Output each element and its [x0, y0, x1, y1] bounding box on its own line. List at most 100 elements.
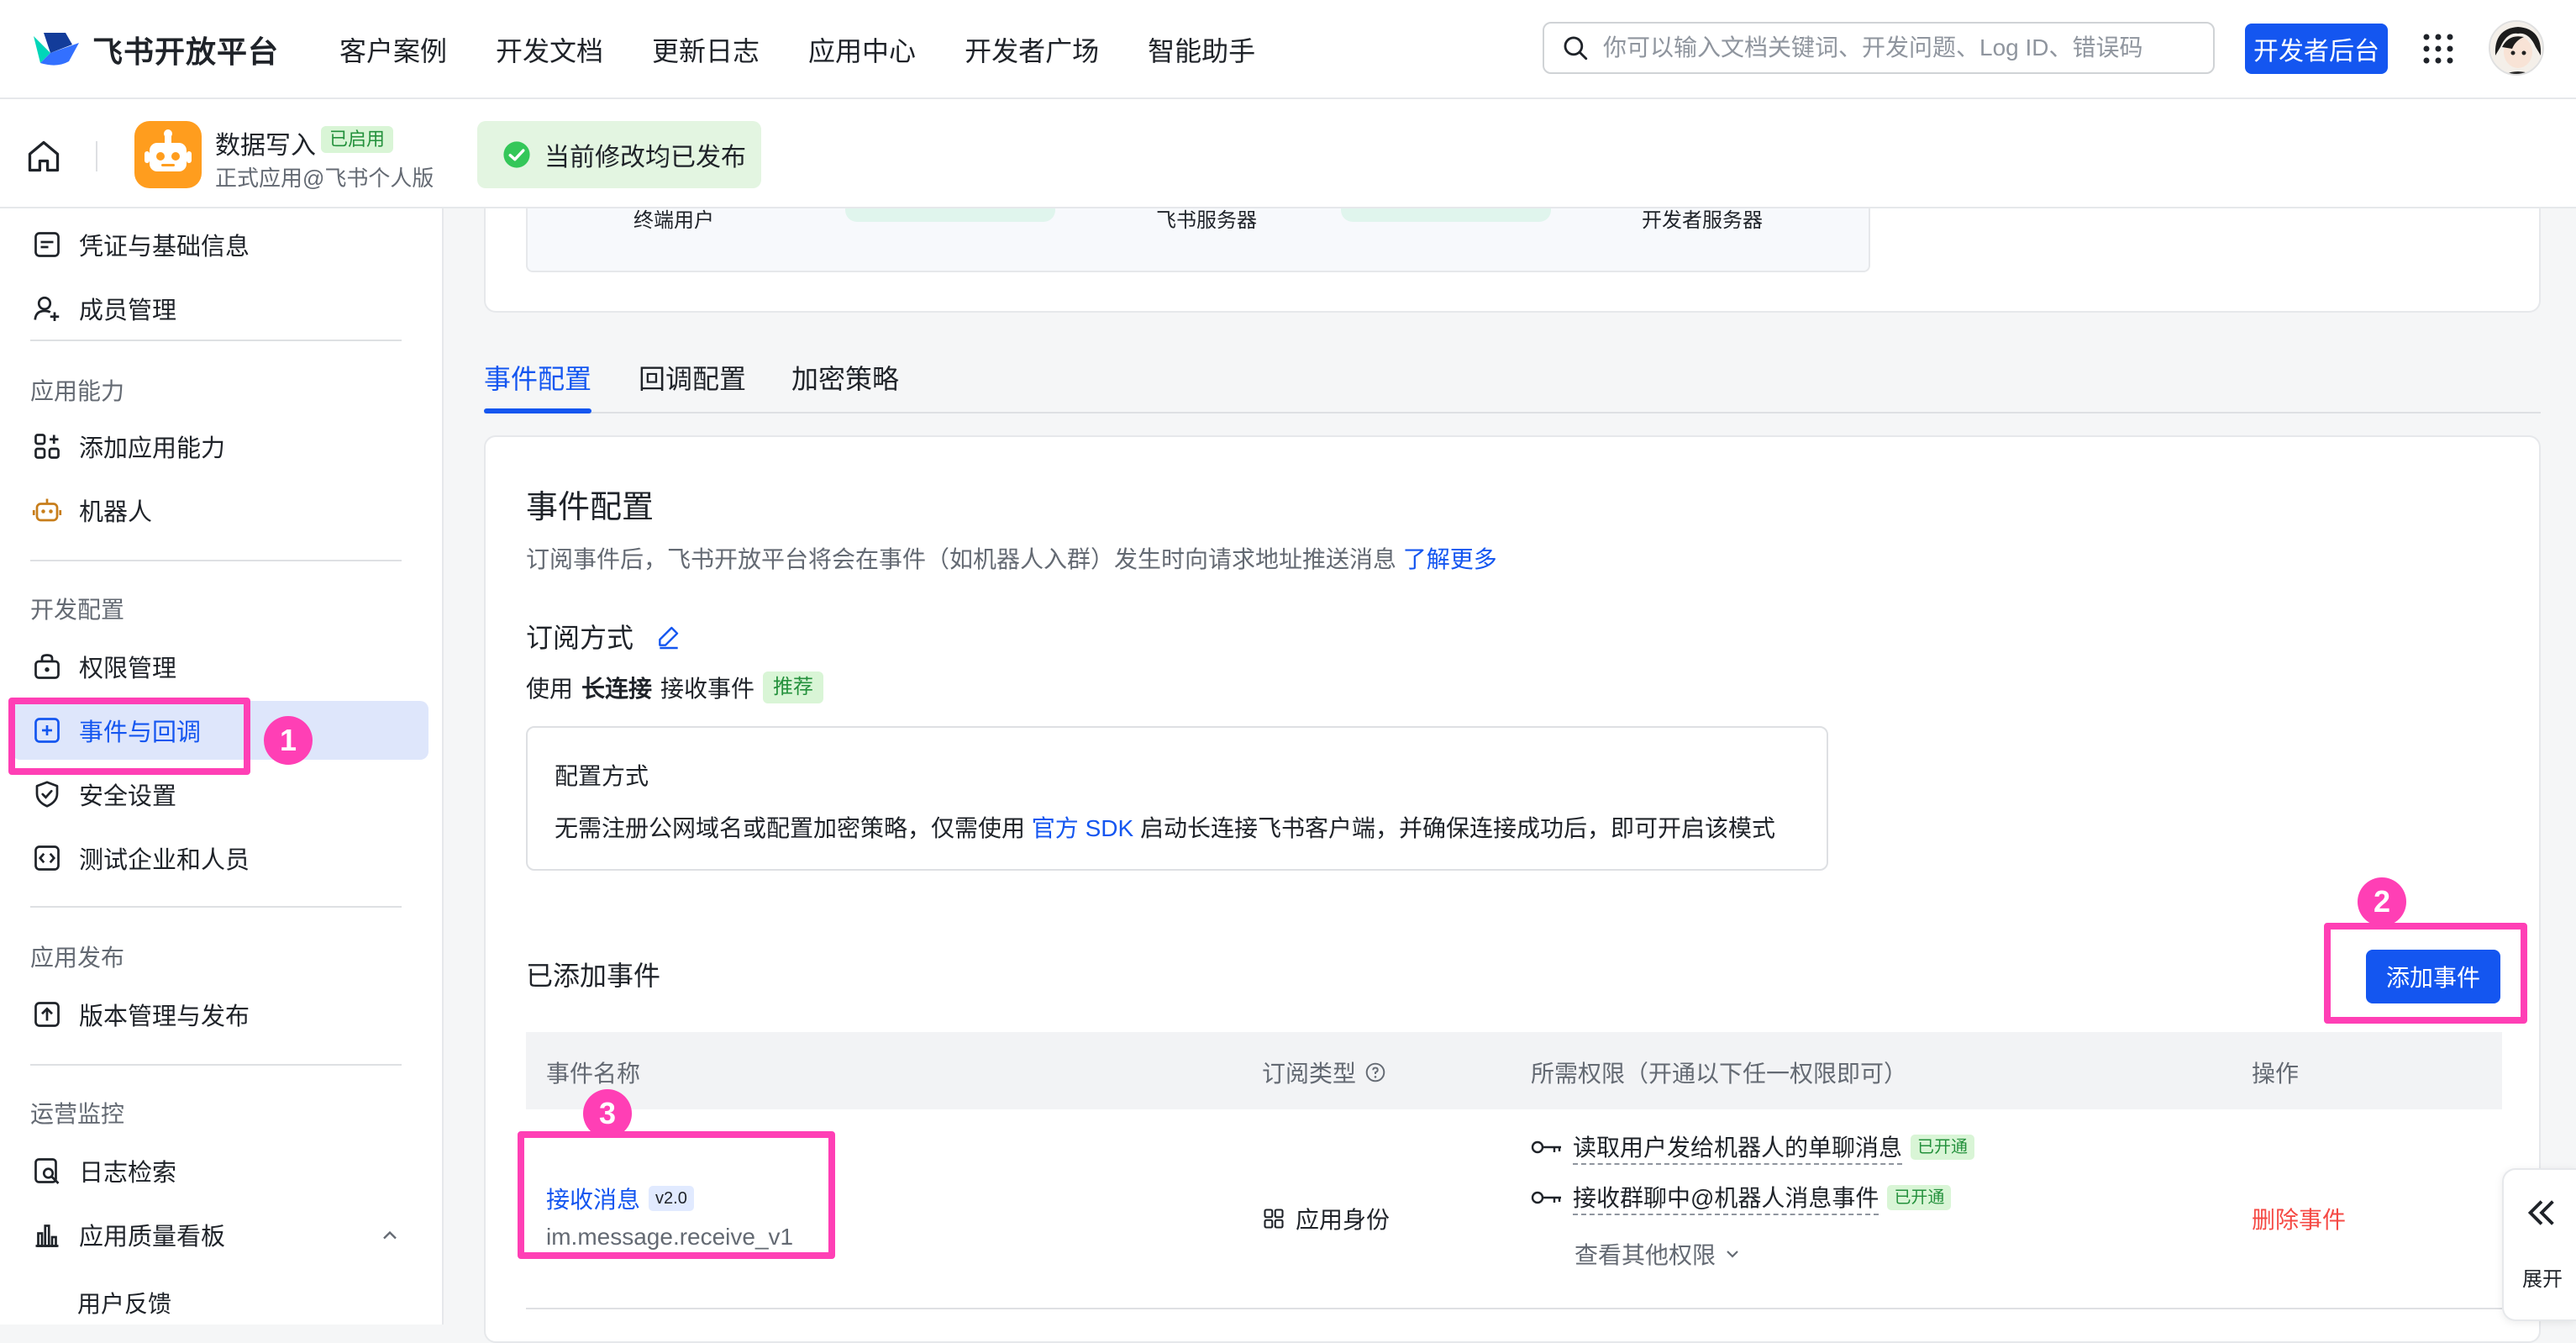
user-avatar[interactable] — [2489, 20, 2544, 76]
nav-link-docs[interactable]: 开发文档 — [496, 30, 603, 69]
sidebar-item-permissions[interactable]: 权限管理 — [0, 637, 442, 696]
sidebar-item-label: 日志检索 — [79, 1160, 177, 1187]
subscription-type: 应用身份 — [1262, 1202, 1390, 1235]
nav-link-cases[interactable]: 客户案例 — [339, 30, 447, 69]
help-icon[interactable] — [1364, 1061, 1386, 1083]
permission-status-badge: 已开通 — [1887, 1185, 1952, 1210]
diagram-arrow-pill — [1341, 208, 1551, 222]
chevron-down-icon — [1727, 1251, 1738, 1258]
key-icon — [1531, 1140, 1561, 1154]
publish-status-toast: 当前修改均已发布 — [477, 121, 761, 188]
nav-link-changelog[interactable]: 更新日志 — [652, 30, 760, 69]
key-icon — [1531, 1191, 1561, 1204]
log-search-icon — [34, 1158, 60, 1184]
app-name: 数据写入 — [215, 132, 316, 160]
subscribe-suffix: 接收事件 — [660, 676, 755, 702]
permission-text[interactable]: 读取用户发给机器人的单聊消息 — [1573, 1130, 1903, 1165]
expand-panel-button[interactable]: 展开 — [2502, 1168, 2576, 1321]
permission-status-badge: 已开通 — [1911, 1135, 1975, 1160]
description-text: 订阅事件后，飞书开放平台将会在事件（如机器人入群）发生时向请求地址推送消息 — [526, 546, 1397, 572]
flow-diagram-card: 终端用户 飞书服务器 开发者服务器 — [484, 208, 2541, 313]
nav-link-assistant[interactable]: 智能助手 — [1148, 30, 1255, 69]
config-method-title: 配置方式 — [555, 763, 649, 789]
sidebar-sub-item-feedback[interactable]: 用户反馈 — [77, 1286, 171, 1319]
search-icon — [1564, 36, 1588, 61]
subscribe-method-title: 订阅方式 — [526, 623, 634, 653]
sidebar-item-add-capability[interactable]: 添加应用能力 — [0, 417, 442, 476]
annotation-number-3: 3 — [583, 1089, 632, 1138]
view-more-permissions[interactable]: 查看其他权限 — [1575, 1237, 1743, 1271]
divider — [30, 340, 402, 341]
developer-console-button[interactable]: 开发者后台 — [2245, 24, 2388, 74]
add-member-icon — [34, 296, 60, 321]
sidebar-item-members[interactable]: 成员管理 — [0, 279, 442, 338]
nav-link-app-center[interactable]: 应用中心 — [808, 30, 916, 69]
top-navigation: 飞书开放平台 客户案例 开发文档 更新日志 应用中心 开发者广场 智能助手 开发… — [0, 0, 2576, 99]
app-subtitle: 正式应用@飞书个人版 — [215, 166, 434, 191]
shield-icon — [35, 781, 59, 808]
home-icon[interactable] — [25, 138, 62, 175]
permission-item: 接收群聊中@机器人消息事件 已开通 — [1531, 1180, 1952, 1215]
brand[interactable]: 飞书开放平台 — [32, 25, 279, 74]
subscribe-prefix: 使用 — [526, 676, 574, 702]
sidebar-item-label: 权限管理 — [79, 656, 177, 682]
diagram-label-feishu-server: 飞书服务器 — [1156, 209, 1257, 232]
robot-icon — [145, 129, 192, 171]
flow-diagram: 终端用户 飞书服务器 开发者服务器 — [526, 208, 1870, 272]
diagram-arrow-pill — [845, 208, 1055, 222]
code-icon — [34, 845, 60, 871]
sidebar-item-label: 添加应用能力 — [79, 435, 226, 462]
sidebar-item-log-search[interactable]: 日志检索 — [0, 1141, 442, 1200]
sidebar-item-bot[interactable]: 机器人 — [0, 481, 442, 540]
expand-label: 展开 — [2522, 1268, 2563, 1291]
credential-icon — [34, 232, 60, 257]
annotation-highlight-3 — [518, 1131, 835, 1259]
avatar-image-icon — [2490, 22, 2542, 74]
subscribe-method: 长连接 — [581, 676, 653, 702]
search-input[interactable] — [1601, 34, 2190, 62]
config-method-description: 无需注册公网域名或配置加密策略，仅需使用 官方 SDK 启动长连接飞书客户端，并… — [555, 810, 1775, 844]
sidebar-group-release: 应用发布 — [30, 945, 125, 971]
tab-encryption[interactable]: 加密策略 — [791, 358, 899, 397]
feishu-logo-icon — [34, 33, 79, 66]
config-desc-prefix: 无需注册公网域名或配置加密策略，仅需使用 — [555, 815, 1026, 841]
sidebar-item-label: 凭证与基础信息 — [79, 234, 250, 261]
toast-text: 当前修改均已发布 — [544, 144, 746, 171]
active-tab-indicator — [484, 408, 591, 413]
annotation-highlight-1 — [8, 698, 250, 775]
learn-more-link[interactable]: 了解更多 — [1403, 546, 1497, 572]
config-tabs: 事件配置 回调配置 加密策略 — [484, 343, 2541, 413]
add-capability-icon — [34, 434, 60, 459]
config-method-box: 配置方式 无需注册公网域名或配置加密策略，仅需使用 官方 SDK 启动长连接飞书… — [526, 726, 1828, 871]
app-grid-small-icon — [1264, 1209, 1284, 1229]
diagram-label-dev-server: 开发者服务器 — [1642, 209, 1763, 232]
added-events-title: 已添加事件 — [526, 961, 661, 991]
nav-link-dev-square[interactable]: 开发者广场 — [965, 30, 1099, 69]
edit-icon[interactable] — [655, 623, 682, 650]
app-grid-icon[interactable] — [2421, 32, 2455, 66]
search-box[interactable] — [1543, 22, 2215, 74]
tab-event-config[interactable]: 事件配置 — [484, 358, 591, 397]
sidebar-item-quality-board[interactable]: 应用质量看板 — [0, 1205, 442, 1264]
delete-event-button[interactable]: 删除事件 — [2252, 1202, 2346, 1235]
annotation-number-2: 2 — [2358, 877, 2406, 926]
sidebar-item-credentials[interactable]: 凭证与基础信息 — [0, 215, 442, 274]
permission-item: 读取用户发给机器人的单聊消息 已开通 — [1531, 1130, 1975, 1165]
column-header-permissions: 所需权限（开通以下任一权限即可） — [1531, 1061, 1908, 1087]
permission-text[interactable]: 接收群聊中@机器人消息事件 — [1573, 1180, 1879, 1215]
sidebar-item-label: 成员管理 — [79, 298, 177, 324]
view-more-label: 查看其他权限 — [1575, 1242, 1716, 1268]
upload-icon — [34, 1002, 60, 1027]
official-sdk-link[interactable]: 官方 SDK — [1032, 815, 1133, 841]
sidebar-group-capability: 应用能力 — [30, 378, 125, 404]
sidebar-item-version-release[interactable]: 版本管理与发布 — [0, 985, 442, 1044]
chevron-up-icon[interactable] — [378, 1224, 402, 1247]
annotation-highlight-2 — [2324, 923, 2527, 1024]
sidebar-item-test-tenants[interactable]: 测试企业和人员 — [0, 829, 442, 887]
column-header-event-name: 事件名称 — [546, 1061, 641, 1087]
divider — [96, 141, 97, 171]
permission-icon — [34, 654, 60, 679]
nav-links: 客户案例 开发文档 更新日志 应用中心 开发者广场 智能助手 — [339, 29, 1304, 71]
tab-callback-config[interactable]: 回调配置 — [639, 358, 746, 397]
recommend-badge: 推荐 — [763, 672, 824, 703]
